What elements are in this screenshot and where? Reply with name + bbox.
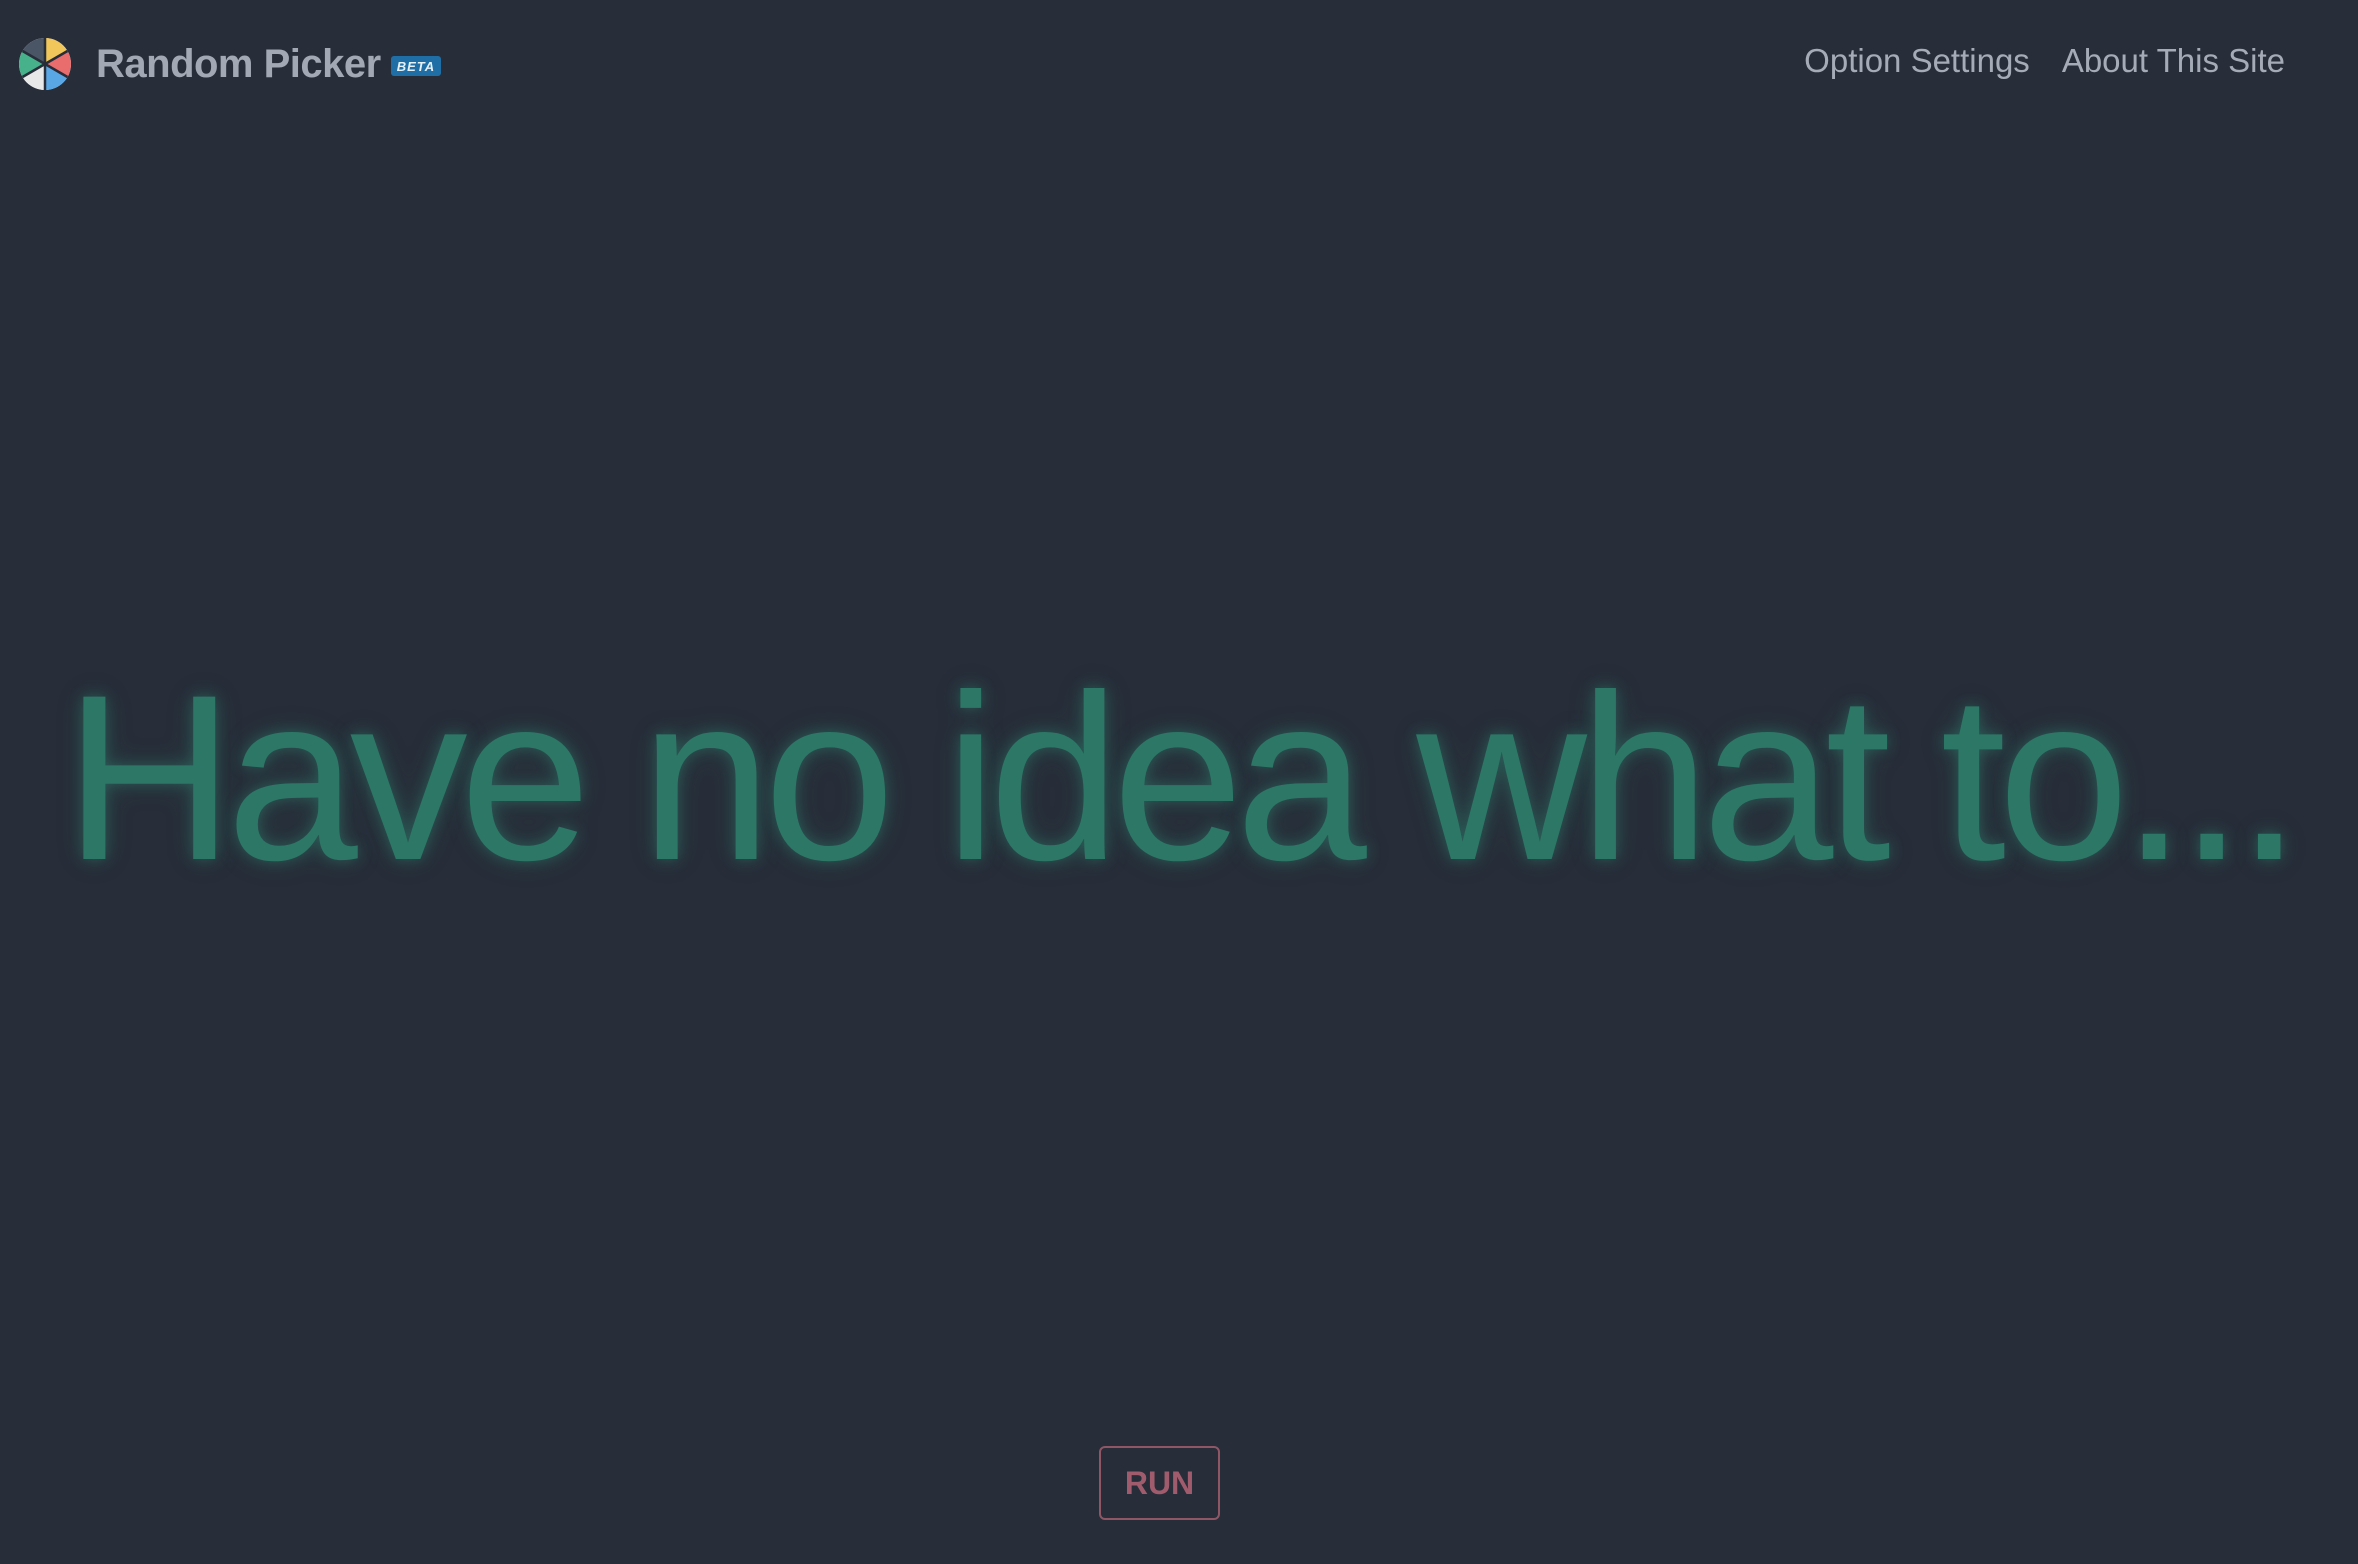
app-name: Random Picker xyxy=(96,41,381,86)
top-nav: Option Settings About This Site xyxy=(1772,42,2285,80)
top-bar: Random Picker BETA Option Settings About… xyxy=(0,0,2358,130)
brand[interactable]: Random Picker BETA xyxy=(18,36,442,92)
run-button[interactable]: RUN xyxy=(1099,1446,1220,1520)
headline-container: Have no idea what to... xyxy=(0,660,2358,896)
nav-about-this-site[interactable]: About This Site xyxy=(2062,42,2285,80)
beta-badge: BETA xyxy=(390,56,442,76)
headline: Have no idea what to... xyxy=(64,646,2302,910)
pie-wheel-icon xyxy=(19,38,71,90)
nav-option-settings[interactable]: Option Settings xyxy=(1804,42,2030,80)
